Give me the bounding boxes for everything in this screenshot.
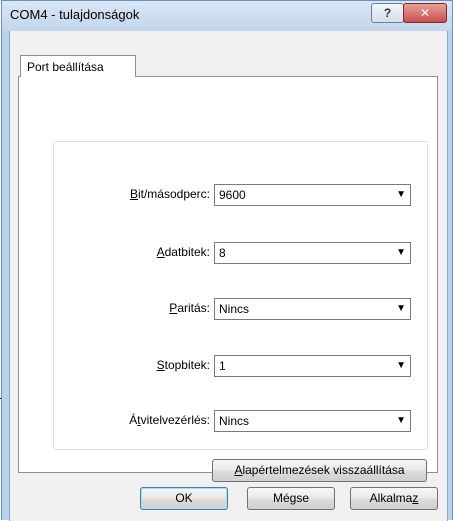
parity-label: Paritás:: [169, 301, 210, 315]
close-button[interactable]: ✕: [403, 3, 447, 23]
chevron-down-icon: ▼: [396, 303, 406, 314]
data-bits-select[interactable]: 8 ▼: [214, 242, 411, 264]
parity-select[interactable]: Nincs ▼: [214, 298, 411, 320]
chevron-down-icon: ▼: [396, 247, 406, 258]
help-button[interactable]: ?: [371, 3, 404, 23]
bits-per-second-select[interactable]: 9600 ▼: [214, 184, 411, 206]
tab-panel: Bit/másodperc: 9600 ▼ Adatbitek: 8 ▼ Par…: [18, 76, 438, 482]
data-bits-value: 8: [219, 246, 226, 260]
stop-bits-select[interactable]: 1 ▼: [214, 355, 411, 377]
chevron-down-icon: ▼: [396, 360, 406, 371]
settings-group: Bit/másodperc: 9600 ▼ Adatbitek: 8 ▼ Par…: [53, 141, 428, 450]
tab-label: Port beállítása: [27, 60, 104, 74]
parity-value: Nincs: [219, 302, 250, 316]
bits-per-second-value: 9600: [219, 188, 246, 202]
flow-control-label: Átvitelvezérlés:: [129, 413, 210, 427]
flow-control-value: Nincs: [219, 414, 250, 428]
data-bits-label: Adatbitek:: [156, 245, 210, 259]
properties-dialog: COM4 - tulajdonságok ? ✕ Port beállítása…: [1, 0, 453, 521]
apply-button[interactable]: Alkalmaz: [350, 487, 438, 510]
stop-bits-value: 1: [219, 359, 226, 373]
chevron-down-icon: ▼: [396, 415, 406, 426]
window-title: COM4 - tulajdonságok: [10, 7, 140, 22]
ok-button[interactable]: OK: [140, 487, 228, 510]
dialog-client-area: Port beállítása Bit/másodperc: 9600 ▼ Ad…: [9, 31, 448, 521]
title-bar[interactable]: COM4 - tulajdonságok ? ✕: [2, 1, 452, 31]
cancel-button[interactable]: Mégse: [247, 487, 335, 510]
flow-control-select[interactable]: Nincs ▼: [214, 410, 411, 432]
chevron-down-icon: ▼: [396, 189, 406, 200]
stop-bits-label: Stopbitek:: [156, 358, 210, 372]
restore-defaults-button[interactable]: Alapértelmezések visszaállítása: [212, 459, 427, 482]
tab-port-settings[interactable]: Port beállítása: [20, 55, 136, 77]
bits-per-second-label: Bit/másodperc:: [129, 187, 210, 201]
